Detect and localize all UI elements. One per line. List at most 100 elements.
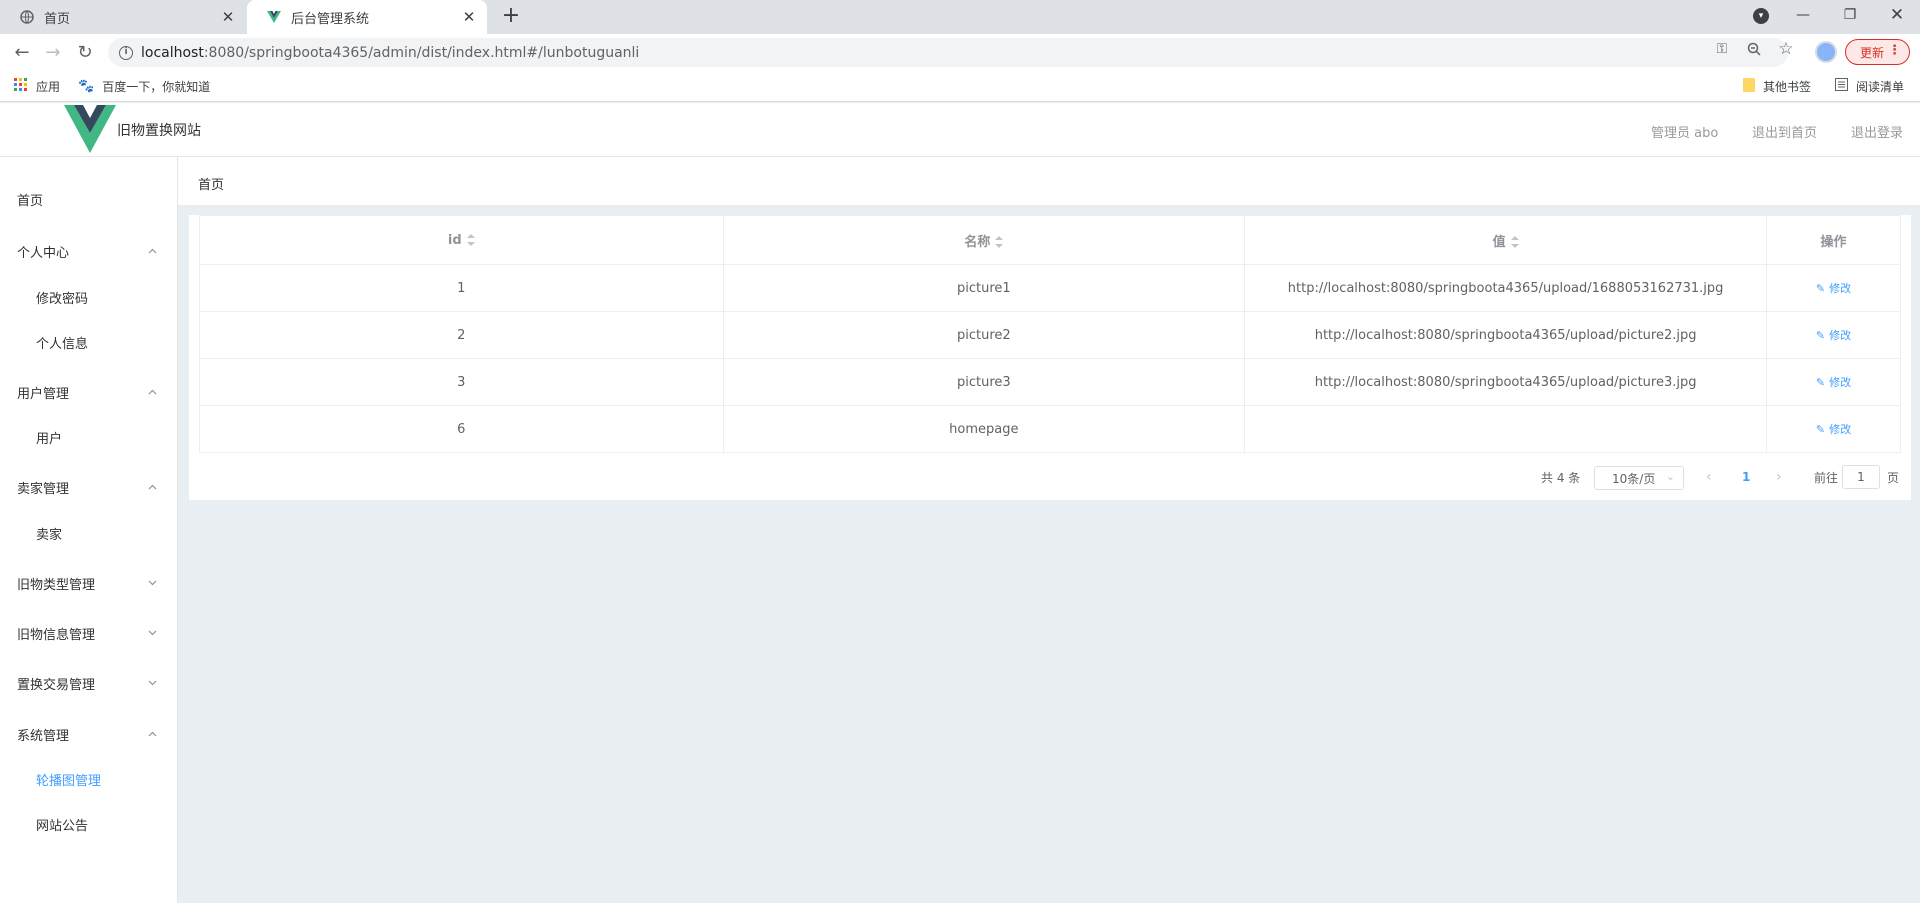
cell-id: 6 [199, 405, 724, 453]
browser-tab-admin[interactable]: 后台管理系统 ✕ [247, 0, 487, 34]
chevron-down-icon [148, 663, 157, 703]
sort-caret-icon[interactable] [995, 236, 1004, 248]
breadcrumb-bar: 首页 [178, 157, 1920, 205]
next-page-icon[interactable]: › [1776, 465, 1782, 489]
chevron-down-icon [148, 563, 157, 603]
column-header-id[interactable]: id [199, 215, 724, 265]
column-header-value[interactable]: 值 [1244, 215, 1768, 265]
sort-caret-icon[interactable] [466, 234, 475, 246]
vue-logo[interactable] [64, 105, 116, 153]
chevron-up-icon [148, 714, 157, 754]
profile-avatar[interactable] [1815, 41, 1837, 63]
chevron-up-icon [148, 231, 157, 271]
forward-arrow-icon[interactable]: → [41, 40, 65, 64]
sidebar-item-label: 用户管理 [17, 386, 70, 402]
more-menu-icon: ⋮ [1888, 43, 1901, 58]
restore-icon[interactable]: ❐ [1827, 0, 1873, 30]
sidebar-group-user-management[interactable]: 用户管理 [0, 372, 177, 412]
update-button[interactable]: 更新 ⋮ [1845, 39, 1910, 65]
goto-page-input[interactable]: 1 [1842, 465, 1880, 489]
url-path: :8080/springboota4365/admin/dist/index.h… [203, 44, 640, 61]
cell-id: 2 [199, 311, 724, 359]
edit-label: 修改 [1829, 329, 1852, 342]
tab-search-icon[interactable]: ▾ [1753, 8, 1769, 24]
edit-button[interactable]: ✎ 修改 [1816, 374, 1851, 390]
bookmark-label: 应用 [36, 79, 61, 94]
edit-button[interactable]: ✎ 修改 [1816, 280, 1851, 296]
sidebar-item-carousel-management[interactable]: 轮播图管理 [0, 759, 177, 799]
new-tab-button[interactable]: + [499, 5, 523, 29]
cell-name: picture3 [722, 358, 1246, 406]
admin-user-label: 管理员 abo [1651, 126, 1719, 141]
reading-list-icon [1835, 78, 1848, 94]
page-size-select[interactable]: 10条/页 ⌄ [1594, 466, 1684, 490]
sidebar-group-item-info-management[interactable]: 旧物信息管理 [0, 613, 177, 653]
table-row: 6 homepage ✎ 修改 [199, 405, 1901, 453]
content-card: id 名称 值 操作 1 picture1 http://localhost:8… [189, 215, 1911, 500]
edit-label: 修改 [1829, 376, 1852, 389]
column-header-actions: 操作 [1766, 215, 1901, 265]
minimize-icon[interactable]: — [1780, 0, 1826, 30]
site-name: 旧物置换网站 [117, 123, 201, 139]
pagination-current-page[interactable]: 1 [1742, 465, 1750, 489]
reload-icon[interactable]: ↻ [73, 40, 97, 64]
sidebar-item-label: 旧物类型管理 [17, 577, 96, 593]
app-header: 旧物置换网站 管理员 abo 退出到首页 退出登录 [0, 103, 1920, 157]
sidebar-item-personal-info[interactable]: 个人信息 [0, 322, 177, 362]
table-row: 3 picture3 http://localhost:8080/springb… [199, 358, 1901, 406]
key-icon[interactable]: ⚿ [1713, 40, 1731, 58]
page-size-value: 10条/页 [1612, 471, 1656, 486]
cell-id: 3 [199, 358, 724, 406]
column-header-label: 操作 [1820, 234, 1847, 250]
bookmark-other[interactable]: 其他书签 [1743, 77, 1811, 95]
sort-caret-icon[interactable] [1510, 236, 1519, 248]
sidebar-item-home[interactable]: 首页 [0, 179, 177, 219]
baidu-paw-icon: 🐾 [78, 78, 95, 94]
edit-button[interactable]: ✎ 修改 [1816, 327, 1851, 343]
bookmark-baidu[interactable]: 🐾 百度一下，你就知道 [78, 77, 210, 95]
bookmarks-bar: 应用 🐾 百度一下，你就知道 其他书签 阅读清单 [0, 70, 1920, 102]
cell-value: http://localhost:8080/springboota4365/up… [1244, 358, 1768, 406]
cell-name: picture1 [722, 264, 1246, 312]
logout-link[interactable]: 退出登录 [1851, 122, 1903, 141]
bookmark-label: 阅读清单 [1856, 79, 1905, 94]
edit-icon: ✎ [1815, 328, 1826, 342]
table-row: 2 picture2 http://localhost:8080/springb… [199, 311, 1901, 359]
sidebar-item-label: 旧物信息管理 [17, 627, 96, 643]
bookmark-reading-list[interactable]: 阅读清单 [1835, 77, 1904, 95]
back-arrow-icon[interactable]: ← [10, 40, 34, 64]
cell-name: picture2 [722, 311, 1246, 359]
cell-actions: ✎ 修改 [1766, 405, 1901, 453]
close-tab-icon[interactable]: ✕ [220, 9, 236, 25]
sidebar-group-item-type-management[interactable]: 旧物类型管理 [0, 563, 177, 603]
sidebar-group-personal-center[interactable]: 个人中心 [0, 231, 177, 271]
cell-actions: ✎ 修改 [1766, 311, 1901, 359]
site-info-icon[interactable]: i [119, 45, 133, 60]
sidebar-item-sellers[interactable]: 卖家 [0, 513, 177, 553]
address-bar[interactable]: i localhost:8080/springboota4365/admin/d… [108, 38, 1788, 67]
cell-name: homepage [722, 405, 1246, 453]
sidebar-group-exchange-management[interactable]: 置换交易管理 [0, 663, 177, 703]
sidebar-group-system-management[interactable]: 系统管理 [0, 714, 177, 754]
sidebar-item-label: 卖家管理 [17, 481, 70, 497]
sidebar-item-change-password[interactable]: 修改密码 [0, 277, 177, 317]
sidebar-item-label: 个人中心 [17, 245, 70, 261]
edit-button[interactable]: ✎ 修改 [1816, 421, 1851, 437]
window-close-icon[interactable]: ✕ [1874, 0, 1920, 30]
browser-tab-home[interactable]: 首页 ✕ [0, 0, 246, 34]
star-icon[interactable]: ☆ [1777, 39, 1795, 59]
cell-value: http://localhost:8080/springboota4365/up… [1244, 264, 1768, 312]
prev-page-icon[interactable]: ‹ [1706, 465, 1712, 489]
sidebar-item-users[interactable]: 用户 [0, 417, 177, 457]
zoom-icon[interactable] [1745, 40, 1763, 58]
column-header-name[interactable]: 名称 [722, 215, 1246, 265]
bookmark-apps[interactable]: 应用 [14, 77, 60, 95]
sidebar-group-seller-management[interactable]: 卖家管理 [0, 467, 177, 507]
close-tab-icon[interactable]: ✕ [461, 9, 477, 25]
back-to-home-link[interactable]: 退出到首页 [1752, 122, 1817, 141]
chevron-down-icon [148, 613, 157, 653]
sidebar-item-announcements[interactable]: 网站公告 [0, 804, 177, 844]
bookmark-label: 其他书签 [1763, 79, 1812, 94]
breadcrumb[interactable]: 首页 [198, 174, 224, 193]
tab-title: 首页 [44, 11, 71, 27]
